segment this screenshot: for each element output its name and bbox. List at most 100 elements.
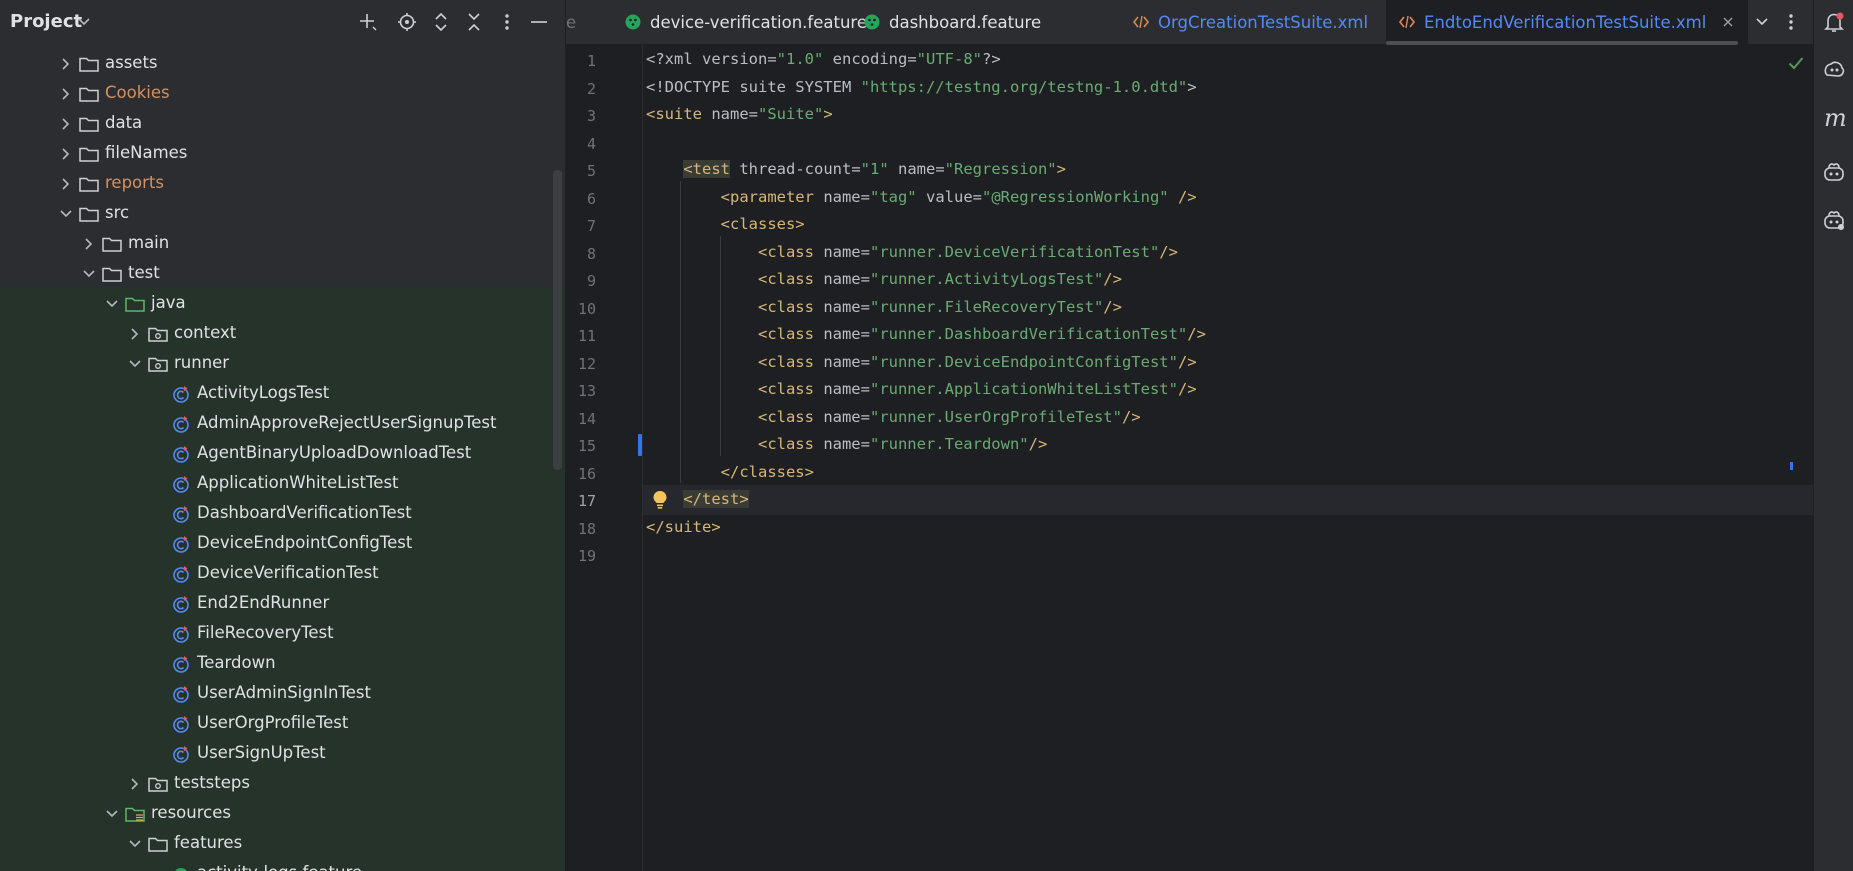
tree-item-filenames[interactable]: fileNames — [0, 139, 560, 169]
tree-item-deviceendpointconfigtest[interactable]: DeviceEndpointConfigTest — [0, 529, 560, 559]
tree-item-test[interactable]: test — [0, 259, 560, 289]
tree-item-agentbinaryuploaddownloadtest[interactable]: AgentBinaryUploadDownloadTest — [0, 439, 560, 469]
scroll-change-marker — [1790, 462, 1793, 470]
tree-item-label: End2EndRunner — [197, 593, 330, 612]
tree-item-label: AgentBinaryUploadDownloadTest — [197, 443, 472, 462]
close-icon[interactable] — [1722, 16, 1734, 28]
code-line[interactable]: <!DOCTYPE suite SYSTEM "https://testng.o… — [646, 78, 1197, 104]
tree-item-useradminsignintest[interactable]: UserAdminSignInTest — [0, 679, 560, 709]
tree-item-deviceverificationtest[interactable]: DeviceVerificationTest — [0, 559, 560, 589]
expand-all-icon[interactable] — [429, 10, 453, 34]
ai-assistant-icon[interactable] — [1822, 58, 1846, 82]
tree-item-dashboardverificationtest[interactable]: DashboardVerificationTest — [0, 499, 560, 529]
tree-item-teardown[interactable]: Teardown — [0, 649, 560, 679]
code-line[interactable]: <class name="runner.DeviceEndpointConfig… — [646, 353, 1197, 379]
copilot-icon[interactable] — [1822, 160, 1846, 184]
copilot-chat-icon[interactable] — [1822, 208, 1846, 232]
code-line[interactable]: <?xml version="1.0" encoding="UTF-8"?> — [646, 50, 1001, 76]
java-class-icon — [170, 654, 192, 674]
minimize-icon[interactable] — [527, 10, 551, 34]
tree-item-cookies[interactable]: Cookies — [0, 79, 560, 109]
chevron-down-icon[interactable] — [78, 17, 90, 27]
chevron-right-icon[interactable] — [59, 87, 73, 101]
java-class-icon — [170, 594, 192, 614]
tree-item-src[interactable]: src — [0, 199, 560, 229]
notifications-icon[interactable] — [1822, 10, 1846, 34]
chevron-down-icon[interactable] — [82, 267, 96, 281]
tree-item-adminapproverejectusersignuptest[interactable]: AdminApproveRejectUserSignupTest — [0, 409, 560, 439]
tree-item-filerecoverytest[interactable]: FileRecoveryTest — [0, 619, 560, 649]
line-number: 10 — [577, 299, 596, 318]
line-number: 1 — [586, 52, 596, 70]
chevron-down-icon[interactable] — [59, 207, 73, 221]
tree-item-assets[interactable]: assets — [0, 49, 560, 79]
code-line[interactable]: </suite> — [646, 518, 721, 544]
tree-item-activitylogstest[interactable]: ActivityLogsTest — [0, 379, 560, 409]
chevron-right-icon[interactable] — [82, 237, 96, 251]
more-icon[interactable] — [495, 10, 519, 34]
java-class-icon — [170, 744, 192, 764]
code-line[interactable]: <class name="runner.DeviceVerificationTe… — [646, 243, 1178, 269]
tree-item-activity-logs-feature[interactable]: activity-logs.feature — [0, 859, 560, 871]
code-line[interactable]: <class name="runner.Teardown"/> — [646, 435, 1047, 461]
code-line[interactable]: <suite name="Suite"> — [646, 105, 833, 131]
line-number: 11 — [577, 327, 596, 345]
vcs-change-marker[interactable] — [638, 434, 642, 456]
line-number: 6 — [586, 189, 596, 208]
tree-item-java[interactable]: java — [0, 289, 560, 319]
folder-icon — [78, 144, 100, 164]
collapse-all-icon[interactable] — [462, 10, 486, 34]
tree-item-applicationwhitelisttest[interactable]: ApplicationWhiteListTest — [0, 469, 560, 499]
maven-icon[interactable]: m — [1824, 104, 1847, 132]
chevron-down-icon[interactable] — [105, 807, 119, 821]
tree-item-label: Teardown — [197, 653, 276, 672]
tree-item-data[interactable]: data — [0, 109, 560, 139]
checkmark-icon[interactable] — [1788, 56, 1804, 70]
code-line[interactable]: <class name="runner.ActivityLogsTest"/> — [646, 270, 1122, 296]
tab-device-verification[interactable]: device-verification.feature — [624, 0, 867, 44]
chevron-right-icon[interactable] — [59, 57, 73, 71]
line-number: 19 — [577, 547, 596, 565]
code-line[interactable]: <class name="runner.ApplicationWhiteList… — [646, 380, 1197, 406]
chevron-down-icon[interactable] — [105, 297, 119, 311]
add-icon[interactable] — [356, 10, 380, 34]
chevron-down-icon[interactable] — [128, 357, 142, 371]
code-line[interactable]: <class name="runner.DashboardVerificatio… — [646, 325, 1206, 351]
tree-item-resources[interactable]: resources — [0, 799, 560, 829]
folder-icon — [101, 264, 123, 284]
sidebar-scrollbar[interactable] — [553, 170, 562, 470]
project-title[interactable]: Project — [10, 11, 82, 32]
code-line[interactable]: <classes> — [646, 215, 805, 241]
tab-more-icon[interactable] — [1788, 12, 1794, 32]
tree-item-userorgprofiletest[interactable]: UserOrgProfileTest — [0, 709, 560, 739]
tab-dashboard[interactable]: dashboard.feature — [863, 0, 1041, 44]
tree-item-runner[interactable]: runner — [0, 349, 560, 379]
code-line[interactable]: </classes> — [646, 463, 814, 489]
tree-item-label: fileNames — [105, 143, 188, 162]
tree-item-context[interactable]: context — [0, 319, 560, 349]
chevron-down-icon[interactable] — [128, 837, 142, 851]
line-number-gutter: 1 2 3 4 5 6 7 8 9 10 11 12 13 14 15 16 17 18 19 — [566, 45, 643, 871]
code-line[interactable]: <test thread-count="1" name="Regression"… — [646, 160, 1066, 186]
chevron-right-icon[interactable] — [128, 327, 142, 341]
code-line[interactable]: <parameter name="tag" value="@Regression… — [646, 188, 1197, 214]
tree-item-usersignuptest[interactable]: UserSignUpTest — [0, 739, 560, 769]
tab-org-creation-suite[interactable]: OrgCreationTestSuite.xml — [1122, 0, 1383, 44]
tree-item-label: runner — [174, 353, 230, 372]
tree-item-reports[interactable]: reports — [0, 169, 560, 199]
chevron-right-icon[interactable] — [59, 117, 73, 131]
tab-partial[interactable]: e — [566, 0, 586, 44]
tree-item-features[interactable]: features — [0, 829, 560, 859]
locate-icon[interactable] — [395, 10, 419, 34]
code-line[interactable]: </test> — [646, 490, 749, 516]
chevron-right-icon[interactable] — [59, 147, 73, 161]
tab-end-to-end-suite[interactable]: EndtoEndVerificationTestSuite.xml — [1386, 0, 1748, 44]
chevron-right-icon[interactable] — [59, 177, 73, 191]
code-line[interactable]: <class name="runner.FileRecoveryTest"/> — [646, 298, 1122, 324]
tabs-dropdown-icon[interactable] — [1754, 14, 1770, 30]
tree-item-main[interactable]: main — [0, 229, 560, 259]
tree-item-teststeps[interactable]: teststeps — [0, 769, 560, 799]
code-line[interactable]: <class name="runner.UserOrgProfileTest"/… — [646, 408, 1141, 434]
chevron-right-icon[interactable] — [128, 777, 142, 791]
tree-item-end2endrunner[interactable]: End2EndRunner — [0, 589, 560, 619]
